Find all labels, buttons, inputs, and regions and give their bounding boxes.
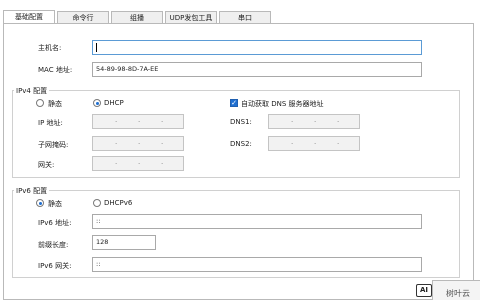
ipv6-static-radio[interactable]: [36, 199, 44, 207]
dns1-label: DNS1:: [230, 118, 252, 126]
tab-strip: 基础配置 命令行 组播 UDP发包工具 串口: [0, 0, 480, 24]
hostname-label: 主机名:: [38, 44, 62, 52]
dns2-field[interactable]: ...: [268, 136, 360, 151]
ipv4-static-label: 静态: [48, 100, 62, 108]
ipv4-static-radio[interactable]: [36, 99, 44, 107]
ip-address-label: IP 地址:: [38, 119, 63, 127]
dns1-field[interactable]: ...: [268, 114, 360, 129]
ipv4-dhcp-label: DHCP: [104, 99, 124, 107]
tab-basic-config[interactable]: 基础配置: [3, 10, 55, 24]
text-caret: [96, 43, 97, 52]
dns2-label: DNS2:: [230, 140, 252, 148]
ipv6-address-field[interactable]: ::: [92, 214, 422, 229]
auto-dns-checkbox[interactable]: ✓: [230, 99, 238, 107]
ipv6-gateway-field[interactable]: ::: [92, 257, 422, 272]
ipv6-dhcpv6-radio[interactable]: [93, 199, 101, 207]
ipv6-static-label: 静态: [48, 200, 62, 208]
ipv6-group-title: IPv6 配置: [14, 186, 50, 196]
auto-dns-label: 自动获取 DNS 服务器地址: [241, 100, 324, 108]
prefix-length-label: 前缀长度:: [38, 241, 69, 249]
mac-field[interactable]: 54-89-98-8D-7A-EE: [92, 62, 422, 77]
hostname-input[interactable]: [92, 40, 422, 55]
watermark-logo: AI: [416, 284, 432, 297]
ipv6-dhcpv6-label: DHCPv6: [104, 199, 133, 207]
ip-address-field[interactable]: ...: [92, 114, 184, 129]
watermark-text: 树叶云: [446, 289, 470, 298]
mac-label: MAC 地址:: [38, 66, 73, 74]
ipv6-gateway-label: IPv6 网关:: [38, 262, 72, 270]
ipv4-group-title: IPv4 配置: [14, 86, 50, 96]
prefix-length-field[interactable]: 128: [92, 235, 156, 250]
ipv6-address-label: IPv6 地址:: [38, 219, 72, 227]
subnet-mask-field[interactable]: ...: [92, 136, 184, 151]
subnet-mask-label: 子网掩码:: [38, 141, 69, 149]
ipv4-dhcp-radio[interactable]: [93, 99, 101, 107]
gateway-field[interactable]: ...: [92, 156, 184, 171]
gateway-label: 网关:: [38, 161, 55, 169]
